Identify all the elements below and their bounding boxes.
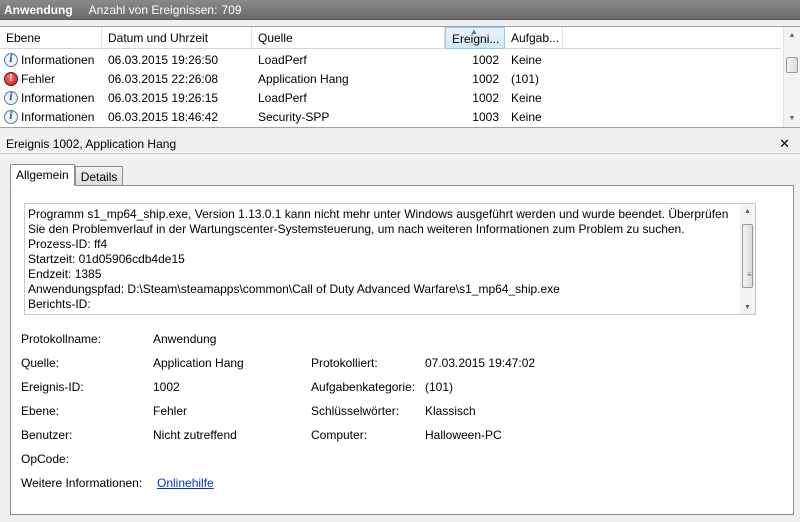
label-ereignis-id: Ereignis-ID: — [21, 380, 84, 394]
sort-arrow-icon: ▲ — [470, 27, 478, 36]
event-list-scrollbar[interactable]: ▲ ▼ — [783, 27, 800, 127]
detail-title: Ereignis 1002, Application Hang — [6, 137, 177, 151]
label-schluesselwoerter: Schlüsselwörter: — [311, 404, 400, 418]
label-protokollname: Protokollname: — [21, 332, 102, 346]
scroll-up-icon[interactable]: ▲ — [740, 204, 755, 218]
label-aufgabenkategorie: Aufgabenkategorie: — [311, 380, 416, 394]
label-ebene: Ebene: — [21, 404, 60, 418]
tab-content-allgemein: Programm s1_mp64_ship.exe, Version 1.13.… — [10, 185, 794, 515]
cell-ereignis-id: 1003 — [472, 109, 499, 124]
label-benutzer: Benutzer: — [21, 428, 73, 442]
label-opcode: OpCode: — [21, 452, 70, 466]
value-schluesselwoerter: Klassisch — [425, 404, 476, 418]
label-computer: Computer: — [311, 428, 368, 442]
column-header-aufgabe[interactable]: Aufgab... — [505, 27, 563, 49]
label-weitere-informationen: Weitere Informationen: — [21, 476, 143, 490]
cell-datum: 06.03.2015 18:46:42 — [108, 109, 219, 124]
cell-ereignis-id: 1002 — [472, 71, 499, 86]
cell-ereignis-id: 1002 — [472, 90, 499, 105]
cell-aufgabe: Keine — [511, 109, 542, 124]
description-scrollbar[interactable]: ▲ ≡ ▼ — [740, 204, 755, 314]
table-row[interactable]: ! Fehler 06.03.2015 22:26:08 Application Ha… — [0, 69, 781, 88]
event-count-label: Anzahl von Ereignissen: — [88, 2, 218, 17]
description-report-id: Berichts-ID: — [28, 297, 91, 311]
event-description[interactable]: Programm s1_mp64_ship.exe, Version 1.13.… — [24, 203, 756, 315]
description-app-path: Anwendungspfad: D:\Steam\steamapps\commo… — [28, 282, 560, 296]
info-icon: i — [4, 109, 18, 124]
column-header-empty — [563, 27, 781, 49]
description-text: Programm s1_mp64_ship.exe, Version 1.13.… — [28, 207, 729, 236]
event-count: 709 — [221, 2, 242, 17]
cell-aufgabe: Keine — [511, 52, 542, 67]
scroll-up-icon[interactable]: ▲ — [784, 27, 800, 44]
event-list-header: Ebene Datum und Uhrzeit Quelle ▲ Ereigni.… — [0, 27, 781, 49]
description-process-id: Prozess-ID: ff4 — [28, 237, 108, 251]
log-header-bar: Anwendung Anzahl von Ereignissen: 709 — [0, 0, 800, 20]
cell-ereignis-id: 1002 — [472, 52, 499, 67]
label-protokolliert: Protokolliert: — [311, 356, 378, 370]
scroll-down-icon[interactable]: ▼ — [740, 300, 755, 314]
value-ereignis-id: 1002 — [153, 380, 180, 394]
error-icon: ! — [4, 71, 18, 86]
detail-tabs: Allgemein Details — [10, 164, 124, 187]
value-protokollname: Anwendung — [153, 332, 217, 346]
event-list[interactable]: Ebene Datum und Uhrzeit Quelle ▲ Ereigni.… — [0, 26, 800, 128]
value-quelle: Application Hang — [153, 356, 244, 370]
cell-quelle: Security-SPP — [258, 109, 330, 124]
scroll-thumb[interactable] — [786, 57, 798, 73]
table-row[interactable]: i Informationen 06.03.2015 19:26:15 LoadPer… — [0, 88, 781, 107]
table-row[interactable]: i Informationen 06.03.2015 19:26:50 LoadPer… — [0, 50, 781, 69]
cell-datum: 06.03.2015 19:26:15 — [108, 90, 219, 105]
value-computer: Halloween-PC — [425, 428, 502, 442]
column-header-ebene[interactable]: Ebene — [0, 27, 102, 49]
column-header-ereignis-id[interactable]: ▲ Ereigni... — [445, 27, 505, 49]
cell-quelle: LoadPerf — [258, 90, 307, 105]
event-rows: i Informationen 06.03.2015 19:26:50 LoadPer… — [0, 50, 781, 126]
value-aufgabenkategorie: (101) — [425, 380, 454, 394]
log-name: Anwendung — [4, 2, 73, 17]
close-icon[interactable]: ✕ — [779, 134, 790, 154]
scroll-down-icon[interactable]: ▼ — [784, 110, 800, 127]
info-icon: i — [4, 52, 18, 67]
cell-quelle: Application Hang — [258, 71, 349, 86]
column-header-quelle[interactable]: Quelle — [252, 27, 445, 49]
grip-icon: ≡ — [747, 270, 752, 279]
column-header-datum[interactable]: Datum und Uhrzeit — [102, 27, 252, 49]
tab-allgemein[interactable]: Allgemein — [10, 164, 75, 186]
cell-ebene: ! Fehler — [0, 71, 102, 86]
value-ebene: Fehler — [153, 404, 188, 418]
onlinehilfe-link[interactable]: Onlinehilfe — [157, 475, 214, 491]
detail-title-bar: Ereignis 1002, Application Hang ✕ — [0, 134, 800, 154]
cell-ebene: i Informationen — [0, 109, 102, 124]
cell-aufgabe: Keine — [511, 90, 542, 105]
table-row[interactable]: i Informationen 06.03.2015 18:46:42 Securit… — [0, 107, 781, 126]
cell-datum: 06.03.2015 19:26:50 — [108, 52, 219, 67]
tab-details[interactable]: Details — [74, 166, 124, 187]
label-quelle: Quelle: — [21, 356, 60, 370]
description-start-time: Startzeit: 01d05906cdb4de15 — [28, 252, 185, 266]
scroll-thumb[interactable]: ≡ — [742, 224, 753, 288]
info-icon: i — [4, 90, 18, 105]
description-end-time: Endzeit: 1385 — [28, 267, 102, 281]
value-benutzer: Nicht zutreffend — [153, 428, 237, 442]
cell-aufgabe: (101) — [511, 71, 540, 86]
cell-ebene: i Informationen — [0, 90, 102, 105]
cell-datum: 06.03.2015 22:26:08 — [108, 71, 219, 86]
value-protokolliert: 07.03.2015 19:47:02 — [425, 356, 536, 370]
cell-ebene: i Informationen — [0, 52, 102, 67]
cell-quelle: LoadPerf — [258, 52, 307, 67]
